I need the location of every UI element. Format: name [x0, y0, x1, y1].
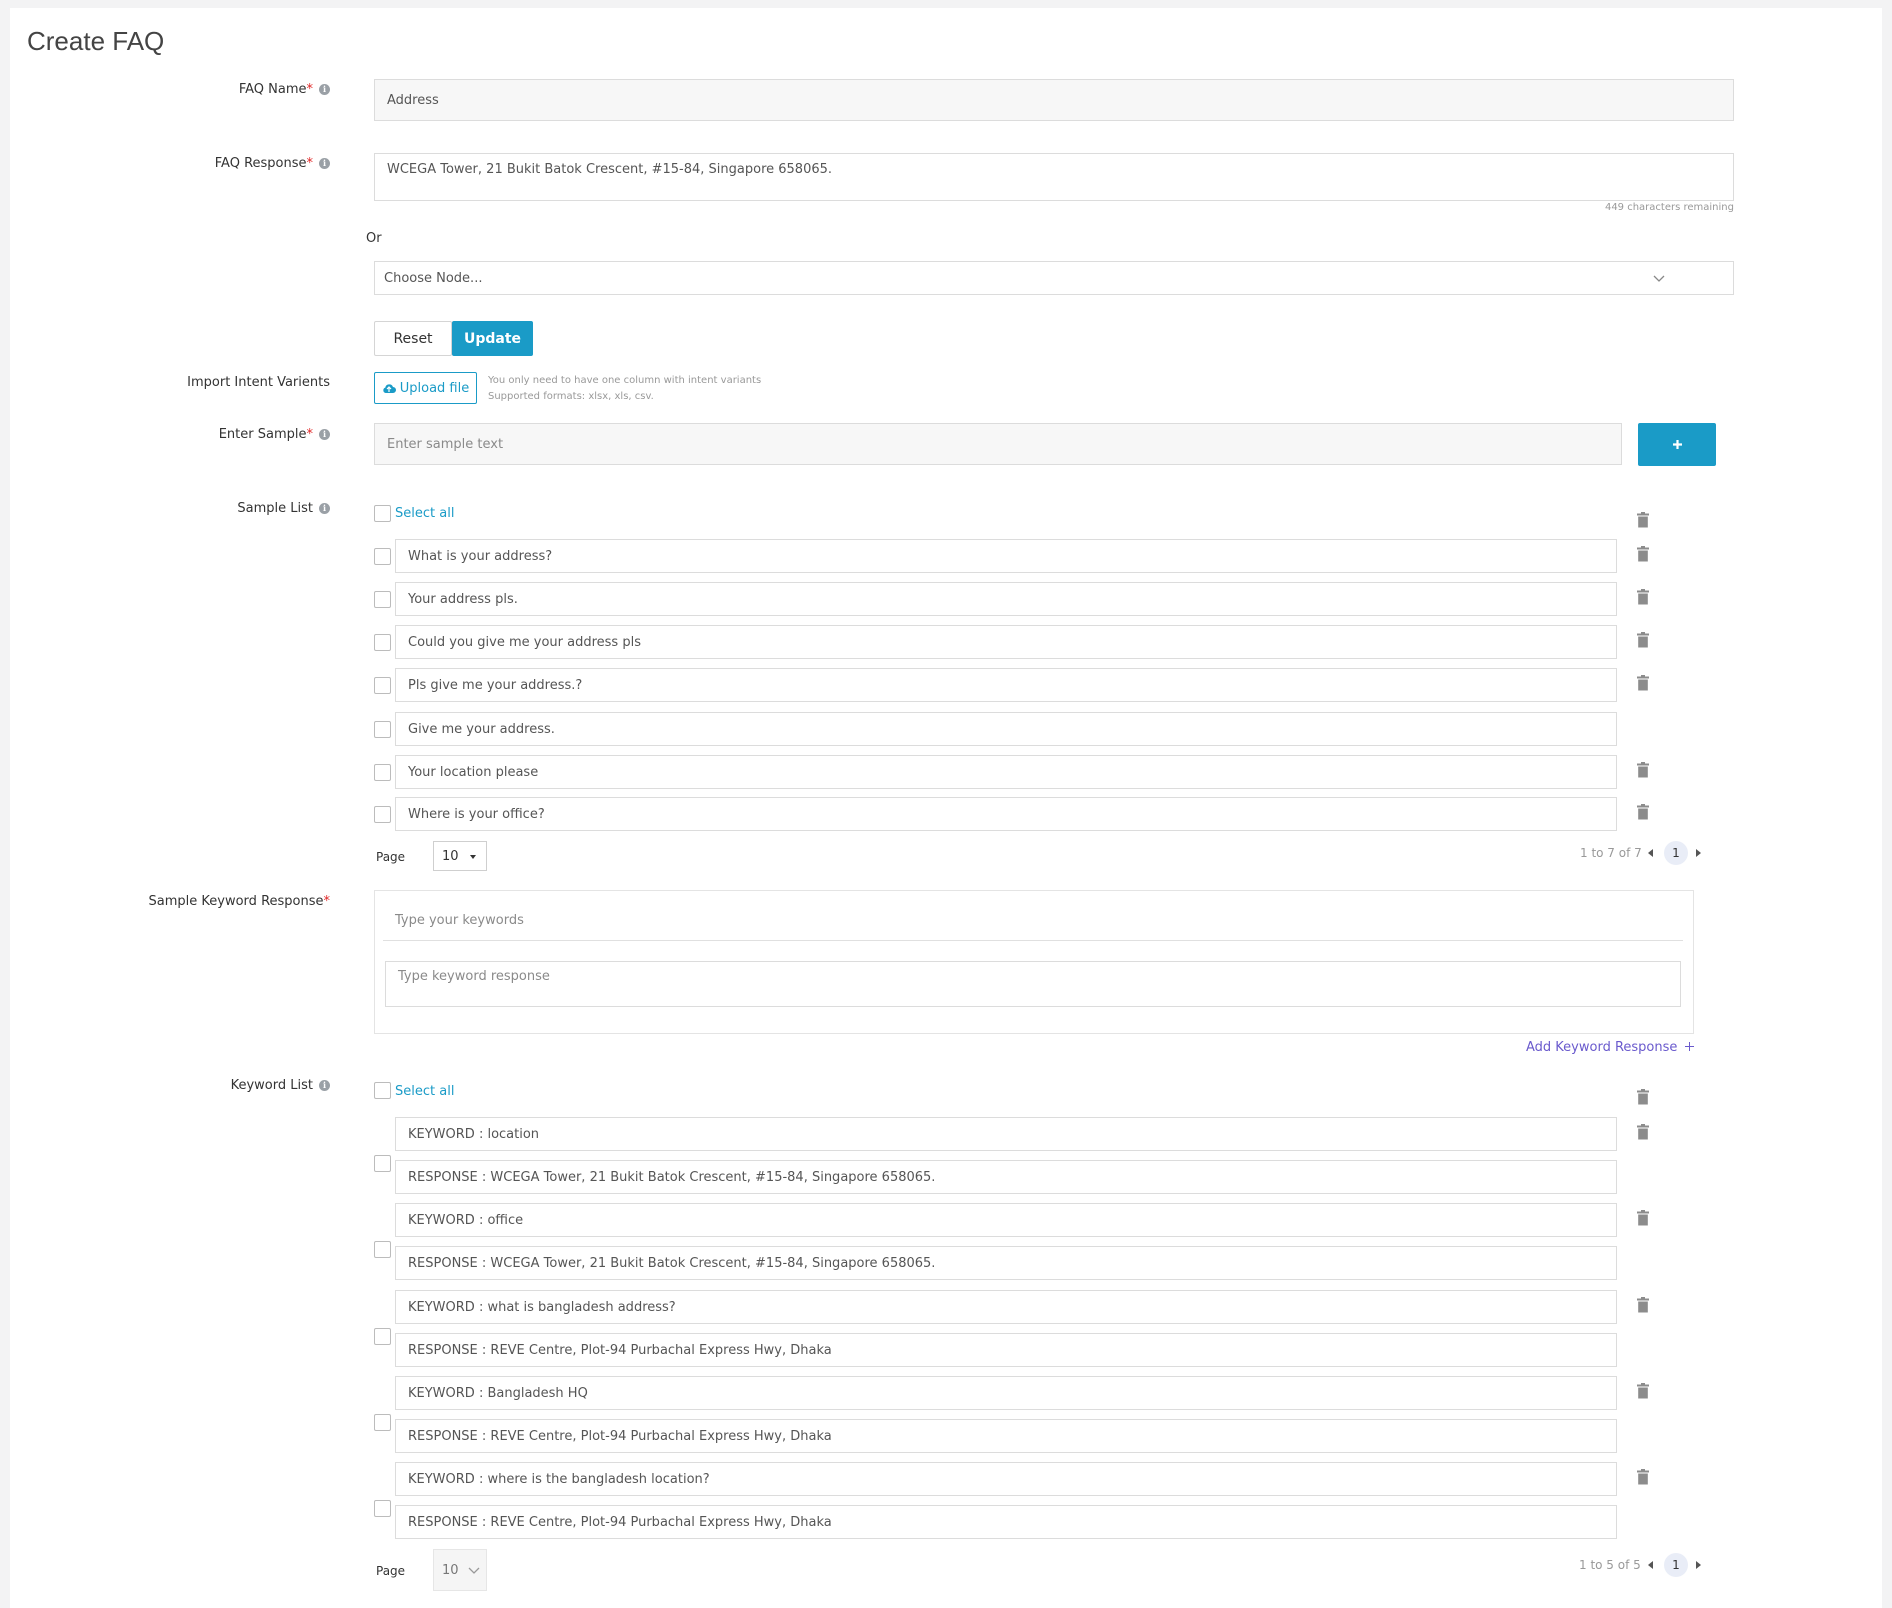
sample-select-all-link[interactable]: Select all — [395, 506, 454, 521]
keyword-item[interactable]: KEYWORD : office — [395, 1203, 1617, 1237]
trash-icon[interactable] — [1636, 632, 1650, 648]
choose-node-placeholder: Choose Node... — [384, 270, 483, 286]
create-faq-card: Create FAQ FAQ Name* i Address FAQ Respon… — [10, 8, 1882, 1608]
keyword-response-item[interactable]: RESPONSE : WCEGA Tower, 21 Bukit Batok C… — [395, 1246, 1617, 1280]
sample-checkbox[interactable] — [374, 721, 391, 738]
keyword-response-item[interactable]: RESPONSE : REVE Centre, Plot-94 Purbacha… — [395, 1333, 1617, 1367]
chevron-down-icon — [468, 1567, 480, 1574]
faq-name-input[interactable]: Address — [374, 79, 1734, 121]
trash-icon[interactable] — [1636, 1297, 1650, 1313]
faq-name-label: FAQ Name* i — [10, 82, 330, 97]
keyword-item[interactable]: KEYWORD : location — [395, 1117, 1617, 1151]
keyword-checkbox[interactable] — [374, 1500, 391, 1517]
keyword-select-all-link[interactable]: Select all — [395, 1084, 454, 1099]
keyword-page-size-value: 10 — [442, 1562, 459, 1578]
info-icon: i — [319, 84, 330, 95]
keyword-page-current[interactable]: 1 — [1664, 1553, 1688, 1577]
caret-left-icon[interactable] — [1648, 849, 1653, 857]
import-hint-columns: You only need to have one column with in… — [488, 375, 762, 386]
trash-icon[interactable] — [1636, 546, 1650, 562]
sample-checkbox[interactable] — [374, 634, 391, 651]
keyword-item[interactable]: KEYWORD : Bangladesh HQ — [395, 1376, 1617, 1410]
sample-page-label: Page — [376, 850, 406, 864]
add-sample-button[interactable] — [1638, 423, 1716, 466]
keyword-response-item[interactable]: RESPONSE : REVE Centre, Plot-94 Purbacha… — [395, 1419, 1617, 1453]
import-intent-label: Import Intent Varients — [187, 375, 330, 390]
keyword-checkbox[interactable] — [374, 1414, 391, 1431]
import-hint-formats: Supported formats: xlsx, xls, csv. — [488, 391, 654, 402]
sample-page-size-select[interactable]: 10 — [433, 841, 487, 871]
keyword-page-size-select[interactable]: 10 — [433, 1549, 487, 1591]
keyword-checkbox[interactable] — [374, 1328, 391, 1345]
caret-right-icon[interactable] — [1696, 1561, 1701, 1569]
plus-icon — [1684, 1042, 1694, 1051]
sample-list-label: Sample List i — [10, 501, 330, 516]
sample-item[interactable]: Could you give me your address pls — [395, 625, 1617, 659]
sample-range-text: 1 to 7 of 7 — [1580, 846, 1642, 860]
sample-item[interactable]: Your address pls. — [395, 582, 1617, 616]
sample-page-current[interactable]: 1 — [1664, 841, 1688, 865]
keyword-list-label: Keyword List i — [10, 1078, 330, 1093]
keyword-select-all-checkbox[interactable] — [374, 1082, 391, 1099]
trash-icon[interactable] — [1636, 762, 1650, 778]
faq-response-textarea[interactable]: WCEGA Tower, 21 Bukit Batok Crescent, #1… — [374, 153, 1734, 201]
characters-remaining: 449 characters remaining — [1604, 202, 1734, 213]
sample-item[interactable]: Where is your office? — [395, 797, 1617, 831]
cloud-upload-icon — [383, 383, 396, 393]
keyword-item[interactable]: KEYWORD : what is bangladesh address? — [395, 1290, 1617, 1324]
info-icon: i — [319, 1080, 330, 1091]
trash-icon[interactable] — [1636, 1383, 1650, 1399]
sample-keyword-response-label: Sample Keyword Response* — [148, 894, 330, 909]
keyword-response-item[interactable]: RESPONSE : REVE Centre, Plot-94 Purbacha… — [395, 1505, 1617, 1539]
chevron-down-icon — [1653, 275, 1665, 282]
sample-item[interactable]: Give me your address. — [395, 712, 1617, 746]
info-icon: i — [319, 429, 330, 440]
keyword-checkbox[interactable] — [374, 1241, 391, 1258]
sample-checkbox[interactable] — [374, 764, 391, 781]
keyword-range-text: 1 to 5 of 5 — [1579, 1558, 1641, 1572]
caret-down-icon — [470, 855, 476, 859]
sample-select-all-checkbox[interactable] — [374, 505, 391, 522]
enter-sample-label: Enter Sample* i — [10, 427, 330, 442]
trash-icon[interactable] — [1636, 1210, 1650, 1226]
enter-sample-input[interactable]: Enter sample text — [374, 423, 1622, 465]
sample-item[interactable]: Your location please — [395, 755, 1617, 789]
keyword-checkbox[interactable] — [374, 1155, 391, 1172]
keyword-response-input[interactable]: Type keyword response — [385, 961, 1681, 1007]
trash-icon[interactable] — [1636, 1124, 1650, 1140]
update-button[interactable]: Update — [452, 321, 533, 356]
trash-icon[interactable] — [1636, 1089, 1650, 1105]
sample-item[interactable]: What is your address? — [395, 539, 1617, 573]
sample-checkbox[interactable] — [374, 677, 391, 694]
trash-icon[interactable] — [1636, 675, 1650, 691]
faq-response-label: FAQ Response* i — [10, 156, 330, 171]
trash-icon[interactable] — [1636, 804, 1650, 820]
sample-checkbox[interactable] — [374, 591, 391, 608]
add-keyword-response-link[interactable]: Add Keyword Response — [1526, 1040, 1694, 1055]
keyword-item[interactable]: KEYWORD : where is the bangladesh locati… — [395, 1462, 1617, 1496]
reset-button[interactable]: Reset — [374, 321, 452, 356]
trash-icon[interactable] — [1636, 512, 1650, 528]
info-icon: i — [319, 158, 330, 169]
sample-item[interactable]: Pls give me your address.? — [395, 668, 1617, 702]
caret-left-icon[interactable] — [1648, 1561, 1653, 1569]
caret-right-icon[interactable] — [1696, 849, 1701, 857]
page-title: Create FAQ — [27, 26, 165, 56]
upload-file-button[interactable]: Upload file — [374, 372, 477, 404]
keywords-input[interactable]: Type your keywords — [383, 901, 1683, 941]
info-icon: i — [319, 503, 330, 514]
keyword-response-item[interactable]: RESPONSE : WCEGA Tower, 21 Bukit Batok C… — [395, 1160, 1617, 1194]
trash-icon[interactable] — [1636, 589, 1650, 605]
choose-node-select[interactable]: Choose Node... — [374, 261, 1734, 295]
upload-file-label: Upload file — [399, 380, 470, 396]
plus-icon — [1672, 440, 1682, 449]
sample-checkbox[interactable] — [374, 548, 391, 565]
sample-page-size-value: 10 — [442, 848, 459, 864]
sample-checkbox[interactable] — [374, 806, 391, 823]
or-text: Or — [366, 231, 382, 246]
keyword-response-panel: Type your keywords Type keyword response — [374, 890, 1694, 1034]
keyword-page-label: Page — [376, 1564, 406, 1578]
trash-icon[interactable] — [1636, 1469, 1650, 1485]
